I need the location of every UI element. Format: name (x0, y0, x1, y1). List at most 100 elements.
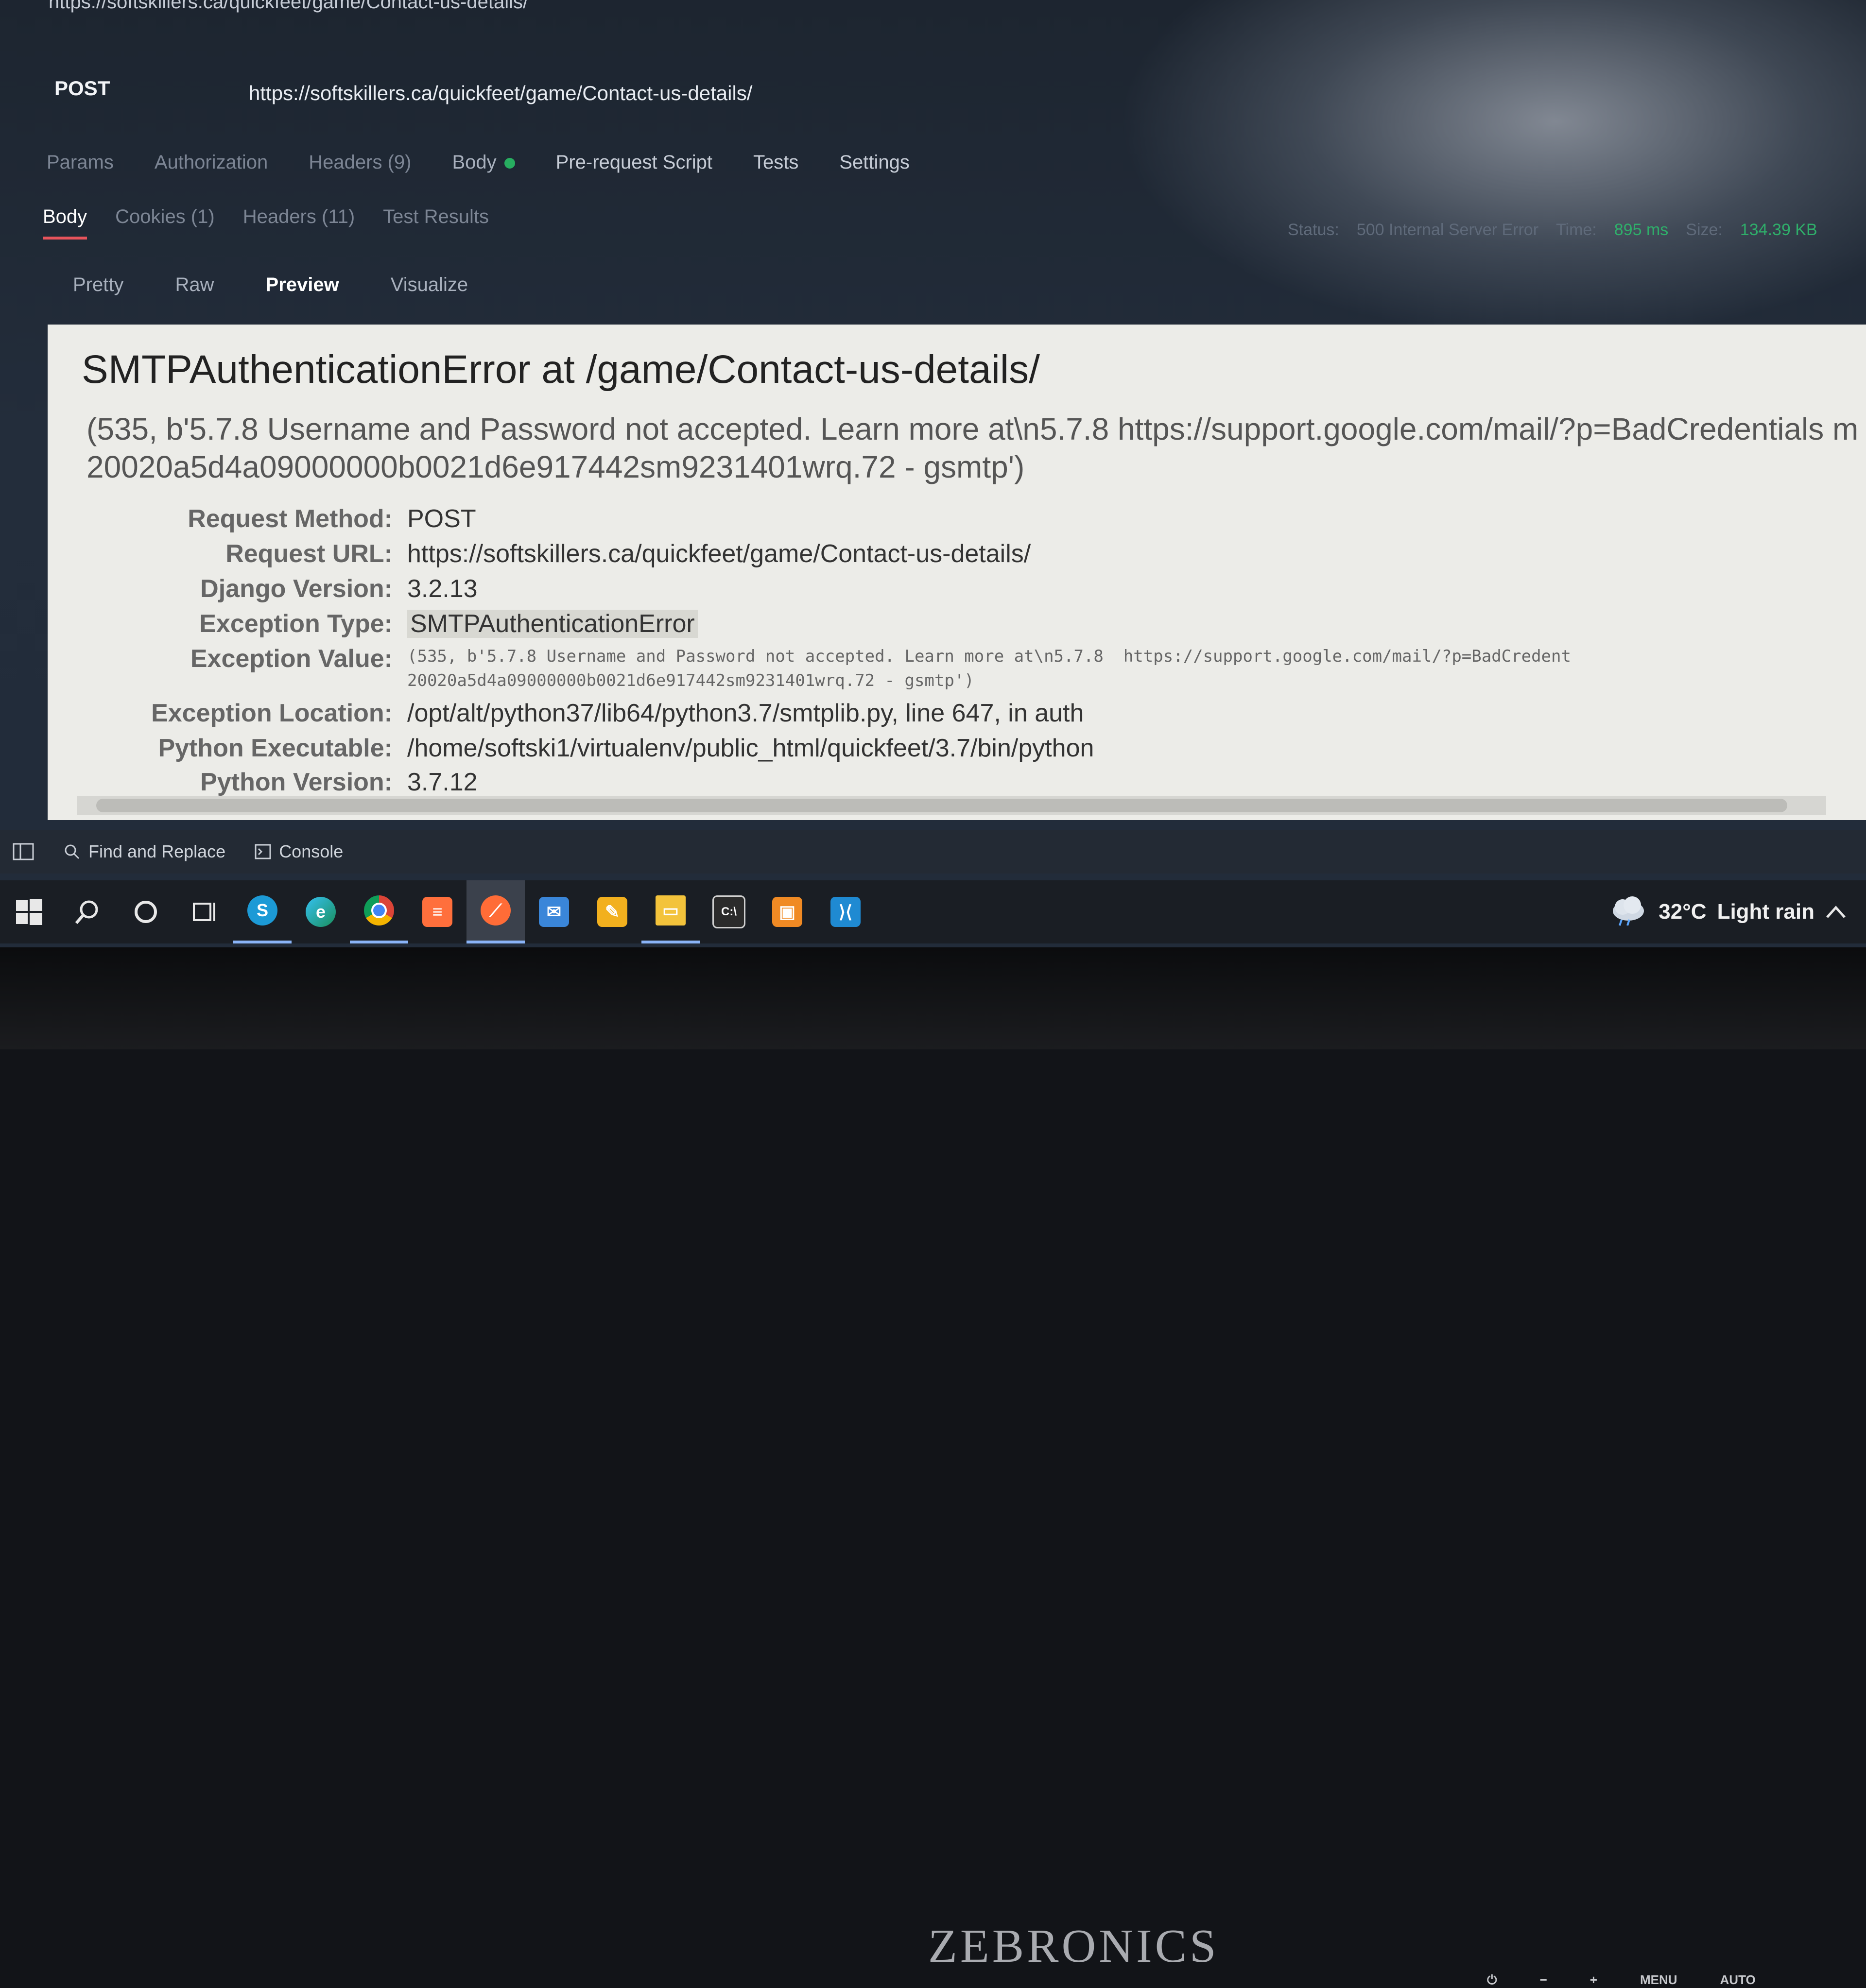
row-key: Django Version: (200, 575, 393, 603)
scrollbar-thumb[interactable] (96, 799, 1787, 812)
status-label: Status: (1288, 221, 1339, 239)
tab-pre-request-script[interactable]: Pre-request Script (556, 152, 712, 173)
row-exception-location: Exception Location: /opt/alt/python37/li… (48, 699, 1866, 728)
monitor-brand-logo: ZEBRONICS (928, 1920, 1219, 1972)
horizontal-scrollbar[interactable] (77, 796, 1826, 815)
plus-button[interactable]: + (1590, 1972, 1597, 1988)
response-tab-body[interactable]: Body (43, 206, 87, 240)
request-method-select[interactable]: POST (54, 77, 110, 100)
sidebar-toggle-icon[interactable] (13, 843, 34, 860)
row-django-version: Django Version: 3.2.13 (48, 574, 1866, 603)
row-value: /opt/alt/python37/lib64/python3.7/smtpli… (407, 699, 1084, 727)
row-exception-type: Exception Type: SMTPAuthenticationError (48, 609, 1866, 638)
weather-widget[interactable]: 32°C Light rain (1609, 880, 1847, 943)
exception-value-line1: (535, b'5.7.8 Username and Password not … (407, 647, 1571, 666)
row-request-method: Request Method: POST (48, 504, 1866, 533)
screen-glare (1118, 0, 1866, 340)
size-value[interactable]: 134.39 KB (1740, 221, 1817, 240)
monitor-bezel: ZEBRONICS ⏻ − + MENU AUTO (0, 947, 1866, 1987)
view-pretty[interactable]: Pretty (73, 274, 123, 296)
view-raw[interactable]: Raw (175, 274, 214, 296)
console-button[interactable]: Console (255, 841, 343, 862)
error-message-line2: 20020a5d4a09000000b0021d6e917442sm923140… (86, 449, 1025, 484)
find-replace-button[interactable]: Find and Replace (63, 841, 225, 862)
row-key: Exception Type: (199, 610, 393, 638)
power-icon[interactable]: ⏻ (1487, 1972, 1497, 1988)
cortana-icon[interactable] (117, 880, 175, 943)
menu-button[interactable]: MENU (1640, 1972, 1677, 1988)
preview-pane: SMTPAuthenticationError at /game/Contact… (48, 325, 1866, 820)
windows-start-icon[interactable] (0, 880, 58, 943)
postman-app-icon[interactable]: ⟋ (466, 880, 525, 943)
row-value: 3.2.13 (407, 575, 478, 603)
row-value: https://softskillers.ca/quickfeet/game/C… (407, 540, 1031, 568)
row-exception-value: Exception Value: (535, b'5.7.8 Username … (48, 644, 1866, 693)
error-title: SMTPAuthenticationError at /game/Contact… (82, 347, 1040, 392)
command-prompt-icon[interactable]: C:\ (700, 880, 758, 943)
skype-app-icon[interactable]: S (233, 880, 292, 943)
row-request-url: Request URL: https://softskillers.ca/qui… (48, 539, 1866, 568)
view-mode-tabs: Pretty Raw Preview Visualize (73, 274, 468, 296)
tab-body[interactable]: Body (452, 152, 515, 173)
task-view-icon[interactable] (175, 880, 233, 943)
row-key: Python Version: (200, 768, 393, 796)
tab-tests[interactable]: Tests (753, 152, 798, 173)
status-value[interactable]: 500 Internal Server Error (1357, 221, 1538, 240)
window-title-url: https://softskillers.ca/quickfeet/game/C… (49, 0, 529, 13)
tab-body-label: Body (452, 152, 497, 173)
error-message: (535, b'5.7.8 Username and Password not … (86, 410, 1866, 486)
windows-taskbar: S e ≡ ⟋ ✉ ✎ ▭ C:\ ▣ ⟩⟨ (0, 880, 1866, 943)
view-visualize[interactable]: Visualize (391, 274, 468, 296)
row-python-version: Python Version: 3.7.12 (48, 768, 1866, 797)
cloud-rain-icon (1613, 896, 1644, 926)
photos-app-icon[interactable]: ▣ (758, 880, 816, 943)
console-icon (255, 844, 271, 859)
row-key: Request URL: (225, 540, 393, 568)
search-icon[interactable] (58, 880, 117, 943)
sticky-notes-icon[interactable]: ✎ (583, 880, 641, 943)
request-tabs: Params Authorization Headers (9) Body Pr… (47, 152, 910, 173)
time-value[interactable]: 895 ms (1614, 221, 1669, 240)
vscode-icon[interactable]: ⟩⟨ (816, 880, 875, 943)
row-python-executable: Python Executable: /home/softski1/virtua… (48, 734, 1866, 763)
exception-value-line2: 20020a5d4a09000000b0021d6e917442sm923140… (407, 671, 974, 690)
response-status-bar: Status: 500 Internal Server Error Time: … (1288, 221, 1817, 240)
tab-settings[interactable]: Settings (839, 152, 910, 173)
find-replace-label: Find and Replace (88, 841, 226, 861)
exception-type-value: SMTPAuthenticationError (407, 610, 698, 638)
size-label: Size: (1686, 221, 1723, 239)
edge-browser-icon[interactable]: e (292, 880, 350, 943)
row-value: /home/softski1/virtualenv/public_html/qu… (407, 734, 1094, 762)
postman-window: https://softskillers.ca/quickfeet/game/C… (0, 0, 1866, 947)
error-message-line1: (535, b'5.7.8 Username and Password not … (86, 411, 1859, 446)
status-footer: Find and Replace Console (0, 830, 1866, 874)
search-icon (65, 844, 80, 859)
request-url-input[interactable]: https://softskillers.ca/quickfeet/game/C… (249, 82, 752, 105)
row-value: 3.7.12 (407, 768, 478, 796)
row-key: Exception Location: (151, 699, 393, 727)
row-key: Request Method: (188, 505, 393, 533)
monitor-controls: ⏻ − + MENU AUTO (1487, 1972, 1756, 1988)
response-tab-test-results[interactable]: Test Results (383, 206, 489, 240)
row-key: Python Executable: (158, 734, 393, 762)
response-tab-headers[interactable]: Headers (11) (243, 206, 355, 240)
row-value: POST (407, 505, 476, 533)
weather-temp: 32°C (1659, 900, 1707, 924)
mail-app-icon[interactable]: ✉ (525, 880, 583, 943)
console-label: Console (279, 841, 344, 861)
response-tab-cookies[interactable]: Cookies (1) (115, 206, 215, 240)
tab-headers[interactable]: Headers (9) (309, 152, 411, 173)
row-key: Exception Value: (190, 645, 393, 673)
view-preview[interactable]: Preview (266, 274, 339, 296)
auto-button[interactable]: AUTO (1720, 1972, 1756, 1988)
time-label: Time: (1556, 221, 1597, 239)
sublime-text-icon[interactable]: ≡ (408, 880, 466, 943)
weather-desc: Light rain (1717, 900, 1814, 924)
tab-authorization[interactable]: Authorization (155, 152, 268, 173)
body-indicator-dot (504, 158, 515, 169)
chrome-browser-icon[interactable] (350, 880, 408, 943)
file-explorer-icon[interactable]: ▭ (641, 880, 700, 943)
minus-button[interactable]: − (1540, 1972, 1547, 1988)
chevron-up-icon (1826, 906, 1846, 918)
tab-params[interactable]: Params (47, 152, 114, 173)
